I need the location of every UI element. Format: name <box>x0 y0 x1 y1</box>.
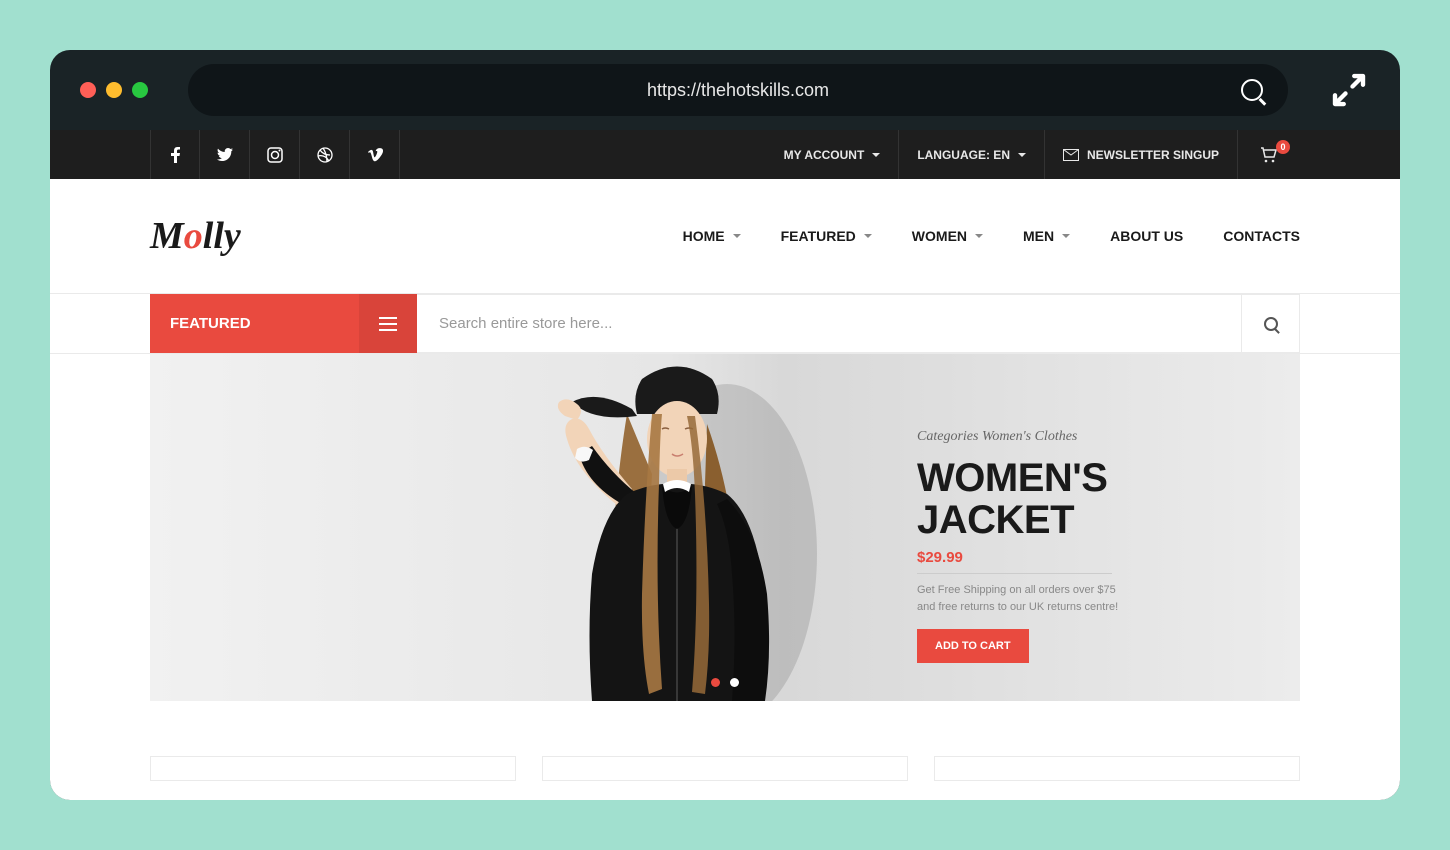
nav-men[interactable]: MEN <box>1023 228 1070 244</box>
hero-description: Get Free Shipping on all orders over $75… <box>917 582 1137 615</box>
sidebar: FEATURED <box>150 294 417 353</box>
sidebar-menu-toggle[interactable] <box>359 294 417 353</box>
newsletter-label: NEWSLETTER SINGUP <box>1087 148 1219 162</box>
product-card[interactable] <box>150 756 516 781</box>
search-icon[interactable] <box>1241 79 1263 101</box>
slider-dot-1[interactable] <box>711 678 720 687</box>
slider-dot-2[interactable] <box>730 678 739 687</box>
envelope-icon <box>1063 149 1079 161</box>
browser-chrome: https://thehotskills.com <box>50 50 1400 130</box>
header: Molly HOME FEATURED WOMEN MEN ABOUT US C… <box>50 179 1400 294</box>
chevron-down-icon <box>864 234 872 238</box>
viewport: MY ACCOUNT LANGUAGE: EN NEWSLETTER SINGU… <box>50 130 1400 800</box>
hero-slider: Categories Women's Clothes WOMEN'S JACKE… <box>150 354 1300 701</box>
url-text: https://thehotskills.com <box>647 80 829 101</box>
nav-home[interactable]: HOME <box>683 228 741 244</box>
my-account-label: MY ACCOUNT <box>784 148 865 162</box>
main-nav: HOME FEATURED WOMEN MEN ABOUT US CONTACT… <box>683 228 1300 244</box>
topbar-right: MY ACCOUNT LANGUAGE: EN NEWSLETTER SINGU… <box>766 130 1300 179</box>
product-card[interactable] <box>542 756 908 781</box>
social-icons <box>150 130 400 179</box>
search-button[interactable] <box>1241 295 1299 352</box>
nav-contacts[interactable]: CONTACTS <box>1223 228 1300 244</box>
newsletter-signup-link[interactable]: NEWSLETTER SINGUP <box>1044 130 1237 179</box>
twitter-icon[interactable] <box>200 130 250 179</box>
slider-dots <box>711 678 739 687</box>
search-icon <box>1264 317 1278 331</box>
hero-image <box>417 354 917 701</box>
chevron-down-icon <box>975 234 983 238</box>
nav-featured[interactable]: FEATURED <box>781 228 872 244</box>
products-row <box>50 701 1400 781</box>
hero-price: $29.99 <box>917 549 963 566</box>
hamburger-icon <box>379 317 397 331</box>
cart-button[interactable]: 0 <box>1237 130 1300 179</box>
browser-frame: https://thehotskills.com MY ACCOUNT <box>50 50 1400 800</box>
traffic-lights <box>80 82 148 98</box>
logo[interactable]: Molly <box>150 214 241 258</box>
search-bar <box>417 294 1300 353</box>
facebook-icon[interactable] <box>150 130 200 179</box>
hero-content: Categories Women's Clothes WOMEN'S JACKE… <box>917 354 1300 701</box>
chevron-down-icon <box>1062 234 1070 238</box>
search-input[interactable] <box>417 295 1241 352</box>
vimeo-icon[interactable] <box>350 130 400 179</box>
maximize-window-button[interactable] <box>132 82 148 98</box>
chevron-down-icon <box>733 234 741 238</box>
chevron-down-icon <box>872 153 880 157</box>
language-dropdown[interactable]: LANGUAGE: EN <box>898 130 1044 179</box>
hero-category: Categories Women's Clothes <box>917 429 1260 445</box>
language-label: LANGUAGE: EN <box>917 148 1010 162</box>
cart-count-badge: 0 <box>1276 140 1290 154</box>
close-window-button[interactable] <box>80 82 96 98</box>
nav-about[interactable]: ABOUT US <box>1110 228 1183 244</box>
instagram-icon[interactable] <box>250 130 300 179</box>
product-card[interactable] <box>934 756 1300 781</box>
nav-women[interactable]: WOMEN <box>912 228 983 244</box>
my-account-dropdown[interactable]: MY ACCOUNT <box>766 130 899 179</box>
dribbble-icon[interactable] <box>300 130 350 179</box>
url-bar[interactable]: https://thehotskills.com <box>188 64 1288 116</box>
minimize-window-button[interactable] <box>106 82 122 98</box>
sidebar-header[interactable]: FEATURED <box>150 294 417 353</box>
fullscreen-icon[interactable] <box>1328 69 1370 111</box>
sidebar-title: FEATURED <box>150 294 359 353</box>
add-to-cart-button[interactable]: ADD TO CART <box>917 629 1029 663</box>
topbar: MY ACCOUNT LANGUAGE: EN NEWSLETTER SINGU… <box>50 130 1400 179</box>
content-row: FEATURED <box>50 294 1400 354</box>
hero-title: WOMEN'S JACKET <box>917 457 1260 541</box>
model-photo <box>477 354 857 701</box>
chevron-down-icon <box>1018 153 1026 157</box>
